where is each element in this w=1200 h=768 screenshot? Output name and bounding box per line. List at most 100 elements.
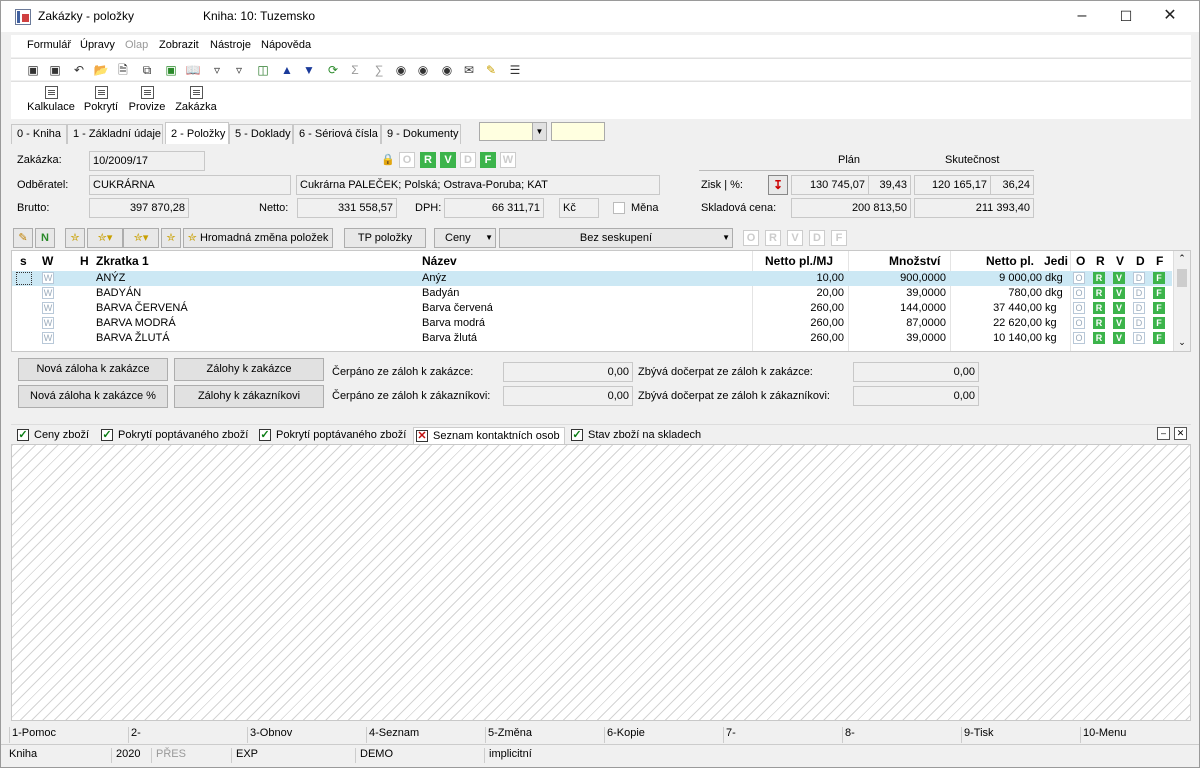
edit-item-icon[interactable]: ✎ [13, 228, 33, 248]
filter-flag-o[interactable]: O [743, 230, 759, 246]
arrow-up-icon[interactable]: ▲ [279, 62, 295, 78]
filter-icon[interactable]: ▿ [209, 62, 225, 78]
tab-ceny-zbozi[interactable]: ✓ Ceny zboží [15, 427, 89, 445]
close-icon[interactable]: ✕ [1147, 1, 1193, 32]
filter-flag-f[interactable]: F [831, 230, 847, 246]
star-add-icon[interactable]: ✮▾ [87, 228, 123, 248]
table-row[interactable]: W BARVA ČERVENÁ Barva červená 260,00 144… [12, 301, 1172, 316]
fkey-6[interactable]: 6-Kopie [604, 727, 645, 743]
col-d[interactable]: D [1136, 254, 1145, 268]
tab-doklady[interactable]: 5 - Doklady [229, 124, 293, 144]
col-nazev[interactable]: Název [422, 254, 457, 268]
currency-field[interactable]: Kč [559, 198, 599, 218]
tab-kontaktni-osoby[interactable]: ✕ Seznam kontaktních osob [413, 427, 565, 445]
refresh-icon[interactable]: ⟳ [325, 62, 341, 78]
table-row[interactable]: W ANÝZ Anýz 10,00 900,0000 9 000,00 dkg … [12, 271, 1172, 286]
scroll-up-icon[interactable]: ⌃ [1176, 253, 1188, 264]
nova-zaloha-pct-button[interactable]: Nová záloha k zakázce % [18, 385, 168, 408]
sum-icon[interactable]: Σ [347, 62, 363, 78]
mena-checkbox[interactable] [613, 202, 625, 214]
col-s[interactable]: s [20, 254, 27, 268]
filter-flag-v[interactable]: V [787, 230, 803, 246]
scroll-down-icon[interactable]: ⌄ [1176, 337, 1188, 348]
col-netto-mj[interactable]: Netto pl./MJ [765, 254, 833, 268]
tab-pokryti-1[interactable]: ✓ Pokrytí poptávaného zboží [99, 427, 248, 445]
fkey-7[interactable]: 7- [723, 727, 736, 743]
menu-olap[interactable]: Olap [125, 39, 148, 51]
fkey-4[interactable]: 4-Seznam [366, 727, 419, 743]
fkey-8[interactable]: 8- [842, 727, 855, 743]
zakazka-button[interactable]: Zakázka [173, 86, 219, 113]
menu-lines-icon[interactable]: ☰ [507, 62, 523, 78]
tab-kniha[interactable]: 0 - Kniha [11, 124, 67, 144]
col-h[interactable]: H [80, 254, 89, 268]
zalohy-zakaznik-button[interactable]: Zálohy k zákazníkovi [174, 385, 324, 408]
lock-icon[interactable]: ▣ [163, 62, 179, 78]
sum-filter-icon[interactable]: ∑ [371, 62, 387, 78]
col-f[interactable]: F [1156, 254, 1163, 268]
row-selector[interactable] [16, 272, 32, 285]
stack-icon[interactable]: ◫ [255, 62, 271, 78]
book-icon[interactable]: 📖 [185, 62, 201, 78]
star-icon[interactable]: ✮ [65, 228, 85, 248]
zakazka-field[interactable]: 10/2009/17 [89, 151, 205, 171]
table-row[interactable]: W BADYÁN Badyán 20,00 39,0000 780,00 dkg… [12, 286, 1172, 301]
notes-icon[interactable]: ✎ [483, 62, 499, 78]
col-zkratka[interactable]: Zkratka 1 [96, 254, 149, 268]
menu-zobrazit[interactable]: Zobrazit [159, 39, 199, 51]
scrollbar-thumb[interactable] [1177, 269, 1187, 287]
col-mnozstvi[interactable]: Množství [889, 254, 940, 268]
provize-button[interactable]: Provize [127, 86, 167, 113]
new-item-icon[interactable]: N [35, 228, 55, 248]
tab-pokryti-2[interactable]: ✓ Pokrytí poptávaného zboží [257, 427, 406, 445]
binoculars-next-icon[interactable]: ◉ [415, 62, 431, 78]
col-v[interactable]: V [1116, 254, 1124, 268]
star-edit-icon[interactable]: ✮▾ [123, 228, 159, 248]
seskupeni-dropdown[interactable]: Bez seskupení ▼ [499, 228, 733, 248]
minimize-icon[interactable]: – [1059, 1, 1105, 32]
col-r[interactable]: R [1096, 254, 1105, 268]
col-netto[interactable]: Netto pl. [986, 254, 1034, 268]
col-jednotka[interactable]: Jedi [1044, 254, 1068, 268]
hromadna-zmena-button[interactable]: ✮ Hromadná změna položek [183, 228, 333, 248]
col-o[interactable]: O [1076, 254, 1085, 268]
menu-nastroje[interactable]: Nástroje [210, 39, 251, 51]
tab-zakladni-udaje[interactable]: 1 - Základní údaje [67, 124, 163, 144]
binoculars-icon[interactable]: ◉ [393, 62, 409, 78]
fkey-5[interactable]: 5-Změna [485, 727, 532, 743]
fkey-9[interactable]: 9-Tisk [961, 727, 994, 743]
fkey-3[interactable]: 3-Obnov [247, 727, 292, 743]
kalkulace-button[interactable]: Kalkulace [26, 86, 76, 113]
arrow-down-icon[interactable]: ▼ [301, 62, 317, 78]
copy-icon[interactable]: ⧉ [139, 62, 155, 78]
new-document-icon[interactable]: 🗎 [115, 62, 131, 78]
tab-polozky[interactable]: 2 - Položky [165, 122, 229, 144]
vertical-scrollbar[interactable]: ⌃ ⌄ [1173, 251, 1190, 351]
ceny-dropdown[interactable]: Ceny ▼ [434, 228, 496, 248]
minimize-panel-icon[interactable]: – [1157, 427, 1170, 440]
save-icon[interactable]: ▣ [25, 62, 41, 78]
menu-napoveda[interactable]: Nápověda [261, 39, 311, 51]
col-w[interactable]: W [42, 254, 53, 268]
tab-select-dropdown[interactable]: ▼ [479, 122, 547, 141]
save-close-icon[interactable]: ▣ [47, 62, 63, 78]
tp-polozky-button[interactable]: TP položky [344, 228, 426, 248]
maximize-icon[interactable]: ☐ [1103, 1, 1149, 32]
tab-dokumenty[interactable]: 9 - Dokumenty [381, 124, 461, 144]
tab-filter-input[interactable] [551, 122, 605, 141]
fkey-10[interactable]: 10-Menu [1080, 727, 1126, 743]
pokryti-button[interactable]: Pokrytí [83, 86, 119, 113]
menu-upravy[interactable]: Úpravy [80, 39, 115, 51]
nova-zaloha-button[interactable]: Nová záloha k zakázce [18, 358, 168, 381]
menu-formular[interactable]: Formulář [27, 39, 71, 51]
zisk-sort-icon[interactable]: ↧ [768, 175, 788, 195]
filter-flag-r[interactable]: R [765, 230, 781, 246]
undo-icon[interactable]: ↶ [71, 62, 87, 78]
fkey-1[interactable]: 1-Pomoc [9, 727, 56, 743]
tab-stav-zbozi[interactable]: ✓ Stav zboží na skladech [569, 427, 701, 445]
star-delete-icon[interactable]: ✮ [161, 228, 181, 248]
tab-seriova-cisla[interactable]: 6 - Sériová čísla [293, 124, 381, 144]
fkey-2[interactable]: 2- [128, 727, 141, 743]
close-panel-icon[interactable]: ✕ [1174, 427, 1187, 440]
filter-edit-icon[interactable]: ▿ [231, 62, 247, 78]
